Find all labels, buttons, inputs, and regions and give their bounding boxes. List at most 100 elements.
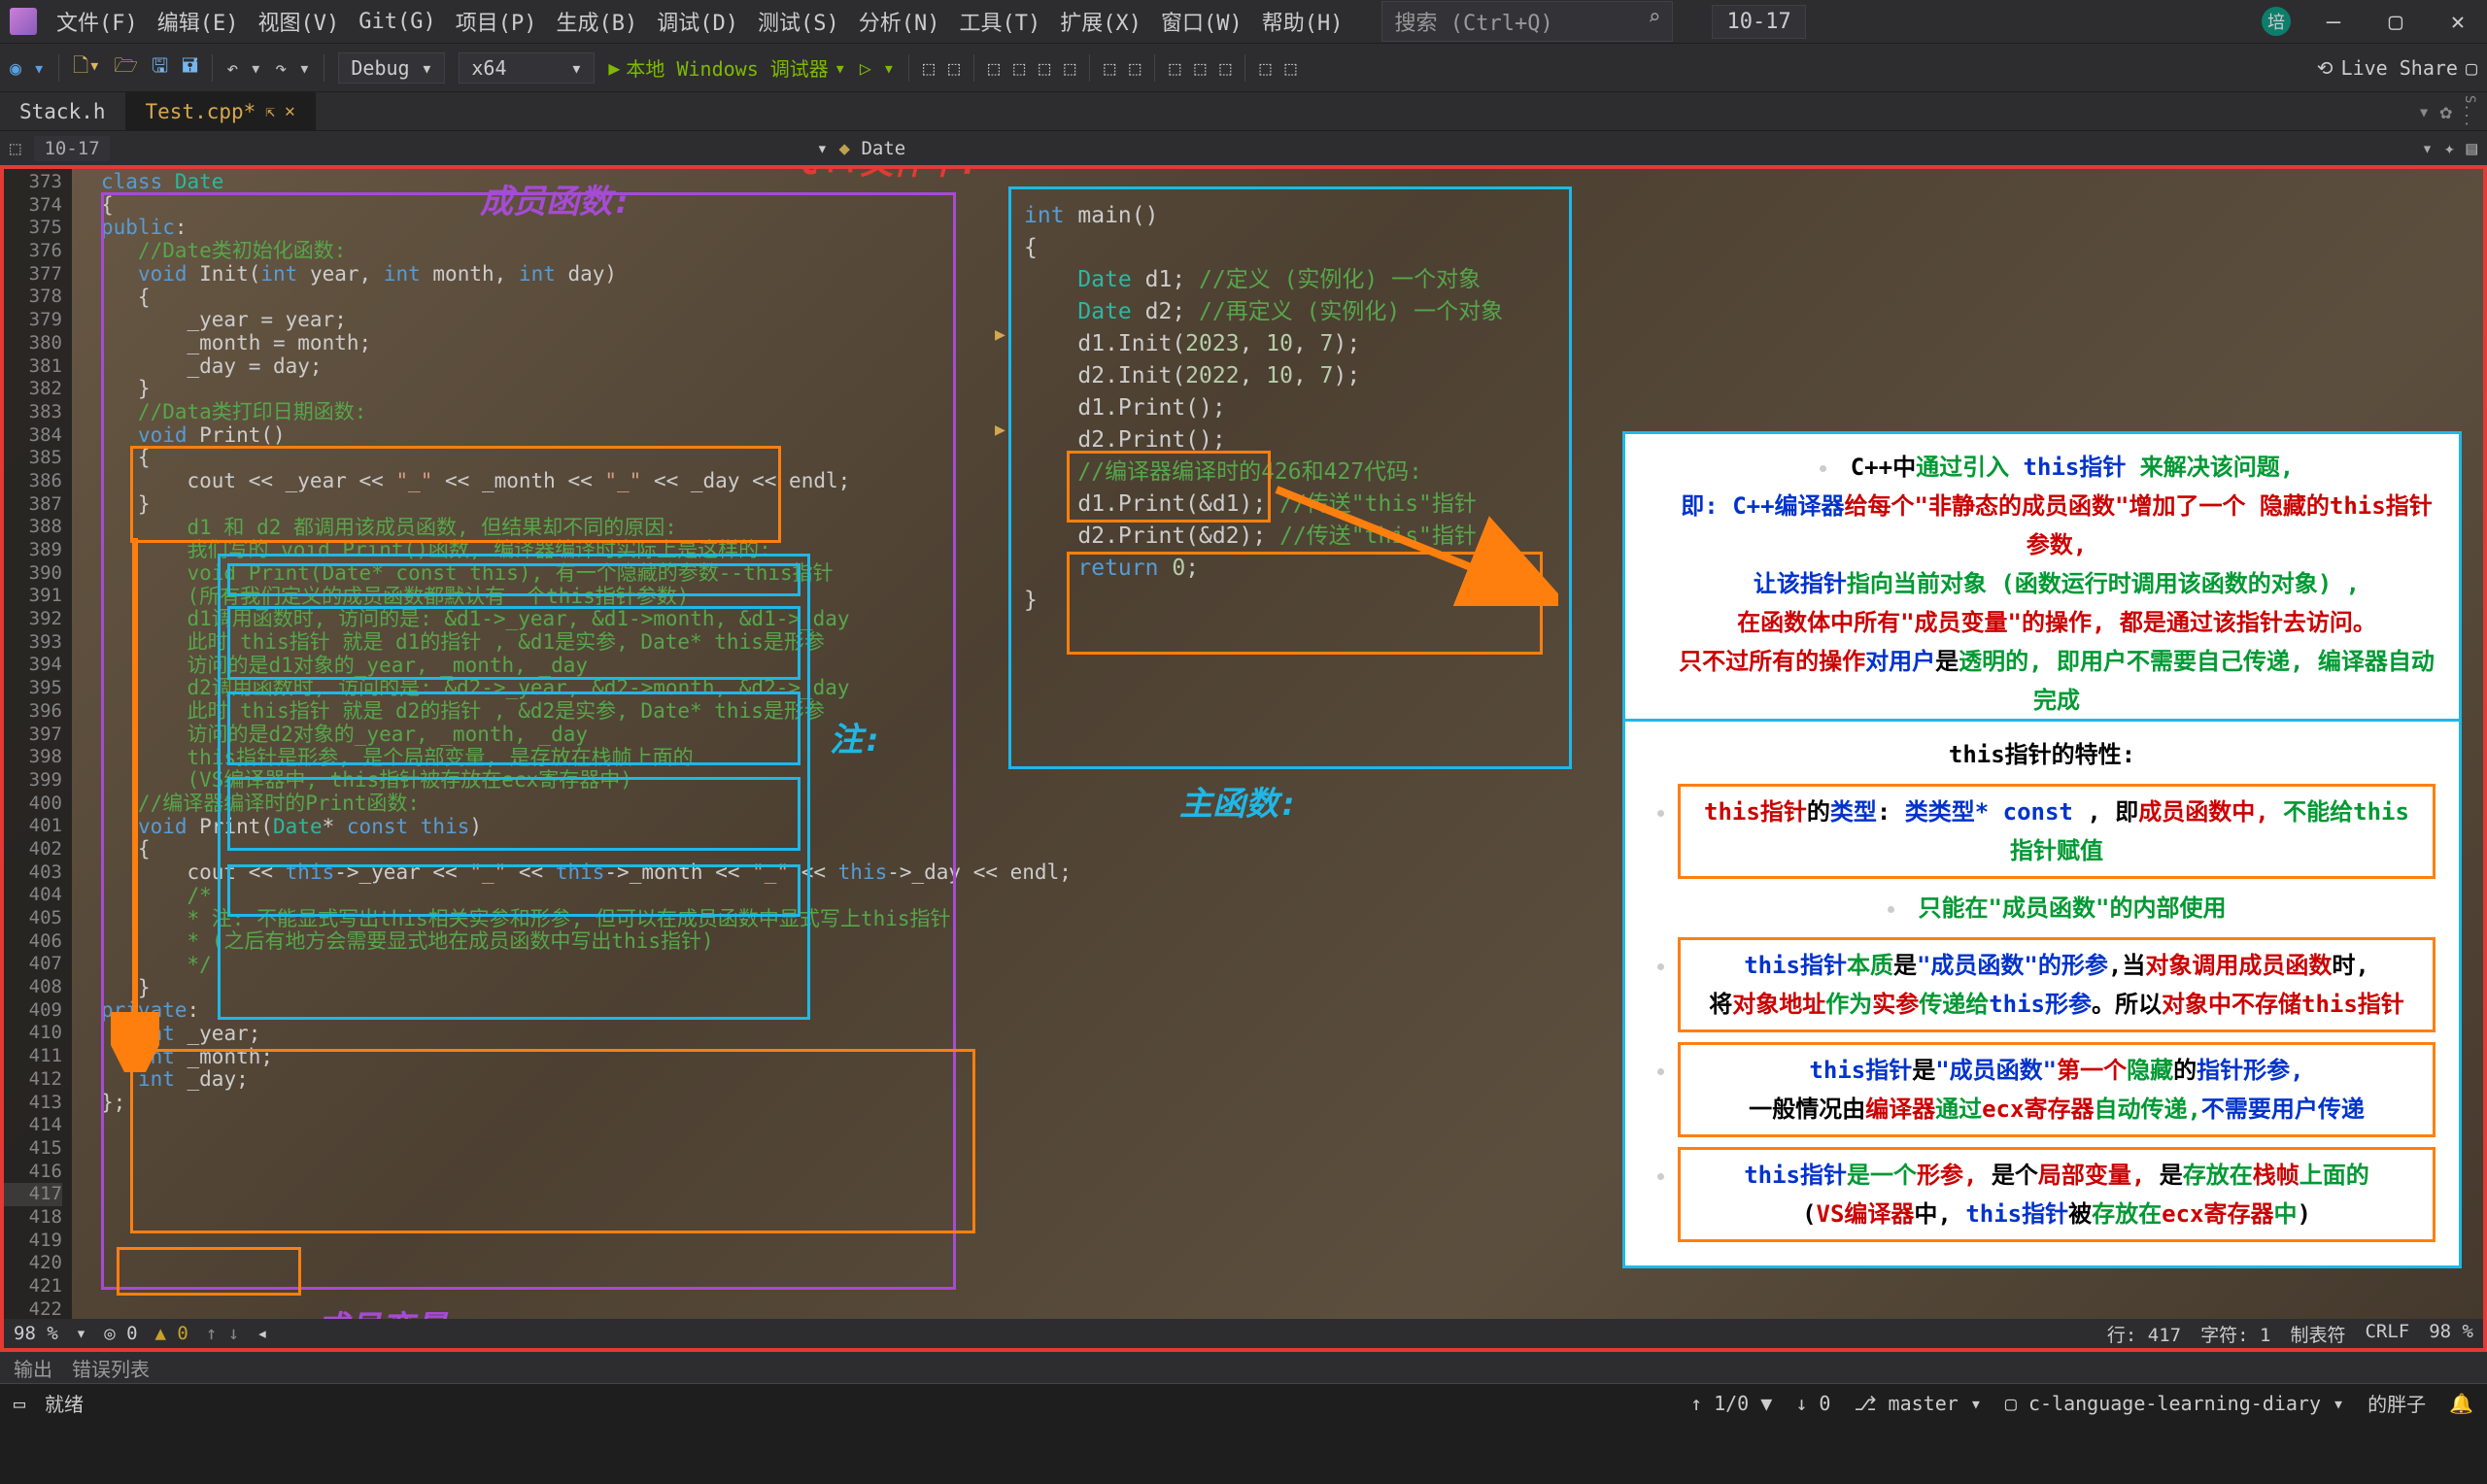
close-button[interactable]: ✕: [2438, 8, 2477, 35]
user-avatar[interactable]: 培: [2262, 7, 2291, 36]
menu-file[interactable]: 文件(F): [56, 6, 138, 37]
indent-indicator[interactable]: 制表符: [2290, 1321, 2345, 1347]
note2-title: this指针的特性:: [1649, 735, 2436, 774]
menu-edit[interactable]: 编辑(E): [157, 6, 239, 37]
liveshare-button[interactable]: ⟲Live Share▢: [2317, 56, 2477, 80]
tab-dropdown-icon[interactable]: ▾: [2418, 100, 2431, 123]
warn-count[interactable]: ▲ 0: [155, 1323, 188, 1344]
tb-icon[interactable]: ⬚: [1039, 56, 1050, 80]
menu-view[interactable]: 视图(V): [258, 6, 340, 37]
zoom2[interactable]: 98 %: [2429, 1321, 2473, 1347]
back-icon[interactable]: ◉ ▾: [10, 56, 45, 80]
breakpoint-arrow-icon: ▶: [995, 324, 1005, 345]
line-indicator[interactable]: 行: 417: [2107, 1321, 2181, 1347]
menu-analyze[interactable]: 分析(N): [859, 6, 940, 37]
editor-area[interactable]: 3733743753763773783793803813823833843853…: [0, 165, 2487, 1352]
col-indicator[interactable]: 字符: 1: [2200, 1321, 2270, 1347]
new-icon[interactable]: 🗋▾: [73, 51, 100, 84]
label-cpp-file: C++文件中:: [801, 165, 979, 184]
menu-build[interactable]: 生成(B): [556, 6, 637, 37]
tb-icon[interactable]: ⬚: [1104, 56, 1115, 80]
overlay-note-hidden: [227, 606, 801, 680]
pin-icon[interactable]: ⇱: [265, 102, 275, 120]
tb-icon[interactable]: ⬚: [948, 56, 960, 80]
menu-ext[interactable]: 扩展(X): [1060, 6, 1141, 37]
editor-statusbar: 98 %▾ ◎ 0 ▲ 0 ↑ ↓ ◂ 行: 417 字符: 1 制表符 CRL…: [4, 1319, 2483, 1348]
ready-label: 就绪: [45, 1389, 84, 1417]
tab-test-cpp[interactable]: Test.cpp*⇱✕: [126, 92, 316, 130]
eol-indicator[interactable]: CRLF: [2365, 1321, 2409, 1347]
overlay-private-box: [117, 1247, 301, 1296]
menu-window[interactable]: 窗口(W): [1161, 6, 1243, 37]
minimize-button[interactable]: —: [2314, 8, 2353, 35]
tb-icon[interactable]: ⬚: [923, 56, 935, 80]
solution-name[interactable]: 10-17: [1712, 5, 1805, 39]
tb-icon[interactable]: ⬚: [988, 56, 1000, 80]
search-icon: ⌕: [1648, 6, 1660, 37]
tb-icon[interactable]: ⬚: [1169, 56, 1180, 80]
git-add[interactable]: ↓ 0: [1795, 1392, 1830, 1415]
open-icon[interactable]: 🗁: [114, 51, 138, 84]
note-panel-1: C++中通过引入 this指针 来解决该问题, 即: C++编译器给每个"非静态…: [1622, 431, 2462, 736]
nav-icon[interactable]: ⬚: [10, 138, 20, 159]
toolbar: ◉ ▾ 🗋▾ 🗁 🖫 🖬 ↶ ▾ ↷ ▾ Debug▾ x64▾ ▶ 本地 Wi…: [0, 43, 2487, 91]
save-icon[interactable]: 🖫: [152, 51, 168, 84]
tb-icon[interactable]: ⬚: [1219, 56, 1231, 80]
tb-icon[interactable]: ⬚: [1129, 56, 1141, 80]
start-debug-button[interactable]: ▶ 本地 Windows 调试器 ▾: [608, 53, 845, 82]
tb-icon[interactable]: ⬚: [1194, 56, 1206, 80]
note-panel-2: this指针的特性: this指针的类型: 类类型* const , 即成员函数…: [1622, 719, 2462, 1268]
bottom-panel-tabs: 输出 错误列表: [0, 1352, 2487, 1383]
nav-symbol[interactable]: Date: [861, 138, 905, 159]
errorlist-tab[interactable]: 错误列表: [72, 1354, 150, 1382]
solution-explorer-icon[interactable]: S...: [2462, 95, 2477, 128]
overlay-note-reason: [227, 563, 801, 596]
platform-select[interactable]: x64▾: [459, 52, 595, 84]
tb-icon[interactable]: ⬚: [1259, 56, 1271, 80]
git-repo[interactable]: ▢ c-language-learning-diary ▾: [2005, 1392, 2344, 1415]
vs-logo-icon: [10, 8, 37, 35]
tb-icon[interactable]: ⬚: [1013, 56, 1025, 80]
menu-help[interactable]: 帮助(H): [1262, 6, 1344, 37]
overlay-note-d2: [227, 777, 801, 851]
overlay-compiled-print: [130, 1049, 975, 1233]
search-box[interactable]: 搜索 (Ctrl+Q)⌕: [1381, 1, 1673, 42]
label-member-func: 成员函数:: [480, 175, 631, 222]
nav-project[interactable]: 10-17: [34, 136, 109, 161]
save-all-icon[interactable]: 🖬: [182, 51, 198, 84]
maximize-button[interactable]: ▢: [2376, 8, 2415, 35]
git-changes[interactable]: ↑ 1/0 ▼: [1690, 1392, 1772, 1415]
close-tab-icon[interactable]: ✕: [285, 101, 295, 121]
menu-tools[interactable]: 工具(T): [959, 6, 1040, 37]
user-suffix: 的胖子: [2368, 1389, 2426, 1417]
overlay-compiled-calls: [1067, 552, 1543, 655]
git-branch[interactable]: ⎇ master ▾: [1854, 1392, 1981, 1415]
titlebar: 文件(F) 编辑(E) 视图(V) Git(G) 项目(P) 生成(B) 调试(…: [0, 0, 2487, 43]
start-nodebug-button[interactable]: ▷ ▾: [860, 56, 895, 80]
menu-git[interactable]: Git(G): [358, 10, 435, 34]
statusbar: ▭ 就绪 ↑ 1/0 ▼ ↓ 0 ⎇ master ▾ ▢ c-language…: [0, 1383, 2487, 1422]
code-navbar: ⬚ 10-17 ▾ ◆ Date ▾ ✦ ▤: [0, 130, 2487, 165]
tab-stack-h[interactable]: Stack.h: [0, 92, 126, 130]
overlay-note-d1: [227, 691, 801, 765]
menu-debug[interactable]: 调试(D): [657, 6, 738, 37]
tab-bar: Stack.h Test.cpp*⇱✕ ▾ ✿ S...: [0, 91, 2487, 130]
line-number-gutter: 3733743753763773783793803813823833843853…: [4, 169, 72, 1348]
issues-count[interactable]: ◎ 0: [104, 1323, 137, 1344]
overlay-print-box: [130, 446, 781, 543]
output-tab[interactable]: 输出: [14, 1354, 52, 1382]
tb-icon[interactable]: ⬚: [1285, 56, 1297, 80]
nav-right-icons[interactable]: ▾ ✦ ▤: [2422, 138, 2477, 159]
liveshare-icon: ⟲: [2317, 56, 2334, 80]
settings-icon[interactable]: ✿: [2439, 100, 2452, 123]
output-icon[interactable]: ▭: [14, 1392, 25, 1415]
undo-icon[interactable]: ↶ ▾: [226, 56, 261, 80]
menu-project[interactable]: 项目(P): [456, 6, 537, 37]
tb-icon[interactable]: ⬚: [1064, 56, 1075, 80]
config-select[interactable]: Debug▾: [338, 52, 445, 84]
overlay-note-stack: [227, 864, 801, 917]
zoom-level[interactable]: 98 %: [14, 1323, 58, 1344]
menu-test[interactable]: 测试(S): [758, 6, 839, 37]
bell-icon[interactable]: 🔔: [2449, 1392, 2473, 1415]
redo-icon[interactable]: ↷ ▾: [275, 56, 310, 80]
